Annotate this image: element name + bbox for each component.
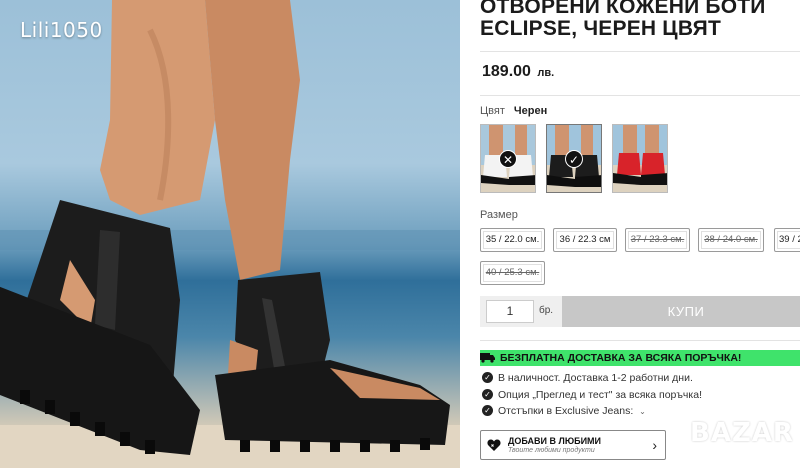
product-info-panel: ОТВОРЕНИ КОЖЕНИ БОТИ ECLIPSE, ЧЕРЕН ЦВЯТ… xyxy=(460,0,800,468)
feature-discounts[interactable]: ✓ Отстъпки в Exclusive Jeans: ⌄ xyxy=(482,404,702,420)
divider xyxy=(480,340,800,341)
divider xyxy=(480,95,800,96)
product-title: ОТВОРЕНИ КОЖЕНИ БОТИ ECLIPSE, ЧЕРЕН ЦВЯТ xyxy=(480,0,766,40)
chevron-down-icon[interactable]: ⌄ xyxy=(639,407,646,416)
size-option-37[interactable]: 37 / 23.3 см. xyxy=(625,228,690,252)
feature-text: В наличност. Доставка 1-2 работни дни. xyxy=(498,372,693,384)
truck-icon xyxy=(480,353,495,363)
color-swatches: ✕ ✓ xyxy=(480,124,668,193)
size-option-35[interactable]: 35 / 22.0 см. xyxy=(480,228,545,252)
feature-text: Опция „Преглед и тест" за всяка поръчка! xyxy=(498,388,702,401)
product-features: ✓ В наличност. Доставка 1-2 работни дни.… xyxy=(482,371,702,421)
feature-try-on: ✓ Опция „Преглед и тест" за всяка поръчк… xyxy=(482,388,702,404)
size-option-40[interactable]: 40 / 25.3 см. xyxy=(480,261,545,285)
selected-color: Черен xyxy=(513,105,548,117)
quantity-unit: бр. xyxy=(539,305,554,316)
color-selector-label: Цвят Черен xyxy=(480,105,547,117)
product-price: 189.00 лв. xyxy=(482,63,554,81)
feature-text: Отстъпки в Exclusive Jeans: xyxy=(498,405,634,417)
boots-illustration xyxy=(0,0,460,468)
size-label: Размер xyxy=(480,209,518,221)
divider xyxy=(480,51,800,52)
bazar-logo: BAZAR xyxy=(690,418,794,448)
check-circle-icon: ✓ xyxy=(482,372,493,383)
color-swatch-white-black[interactable]: ✕ xyxy=(480,124,536,193)
size-option-39[interactable]: 39 / 2 xyxy=(774,228,800,252)
quantity-input[interactable]: 1 xyxy=(486,300,534,323)
add-to-favorites-button[interactable]: ДОБАВИ В ЛЮБИМИ Твоите любими продукти › xyxy=(480,430,666,460)
check-circle-icon: ✓ xyxy=(482,388,493,400)
seller-watermark: Lili1050 xyxy=(20,18,103,42)
free-shipping-banner: БЕЗПЛАТНА ДОСТАВКА ЗА ВСЯКА ПОРЪЧКА! xyxy=(480,350,800,366)
favorites-label: ДОБАВИ В ЛЮБИМИ xyxy=(508,436,602,446)
feature-in-stock: ✓ В наличност. Доставка 1-2 работни дни. xyxy=(482,371,702,387)
size-option-38[interactable]: 38 / 24.0 см. xyxy=(698,228,764,252)
price-value: 189.00 xyxy=(482,63,531,80)
add-to-cart-bar: 1 бр. КУПИ xyxy=(480,296,800,327)
x-icon: ✕ xyxy=(499,149,517,168)
color-swatch-red[interactable] xyxy=(612,124,668,193)
product-title-line2: ECLIPSE, ЧЕРЕН ЦВЯТ xyxy=(480,17,722,40)
product-title-line1: ОТВОРЕНИ КОЖЕНИ БОТИ xyxy=(480,0,766,18)
color-swatch-black[interactable]: ✓ xyxy=(546,124,602,193)
heart-icon xyxy=(487,439,501,451)
swatch-image xyxy=(613,125,667,192)
check-icon: ✓ xyxy=(565,149,583,168)
price-currency: лв. xyxy=(537,67,555,79)
shipping-text: БЕЗПЛАТНА ДОСТАВКА ЗА ВСЯКА ПОРЪЧКА! xyxy=(500,352,742,364)
chevron-right-icon: › xyxy=(652,437,657,453)
product-photo[interactable]: Lili1050 xyxy=(0,0,460,468)
buy-button[interactable]: КУПИ xyxy=(562,296,800,327)
color-label: Цвят xyxy=(480,105,505,117)
favorites-sublabel: Твоите любими продукти xyxy=(508,447,595,454)
check-circle-icon: ✓ xyxy=(482,405,493,416)
size-option-36[interactable]: 36 / 22.3 см xyxy=(553,228,617,252)
